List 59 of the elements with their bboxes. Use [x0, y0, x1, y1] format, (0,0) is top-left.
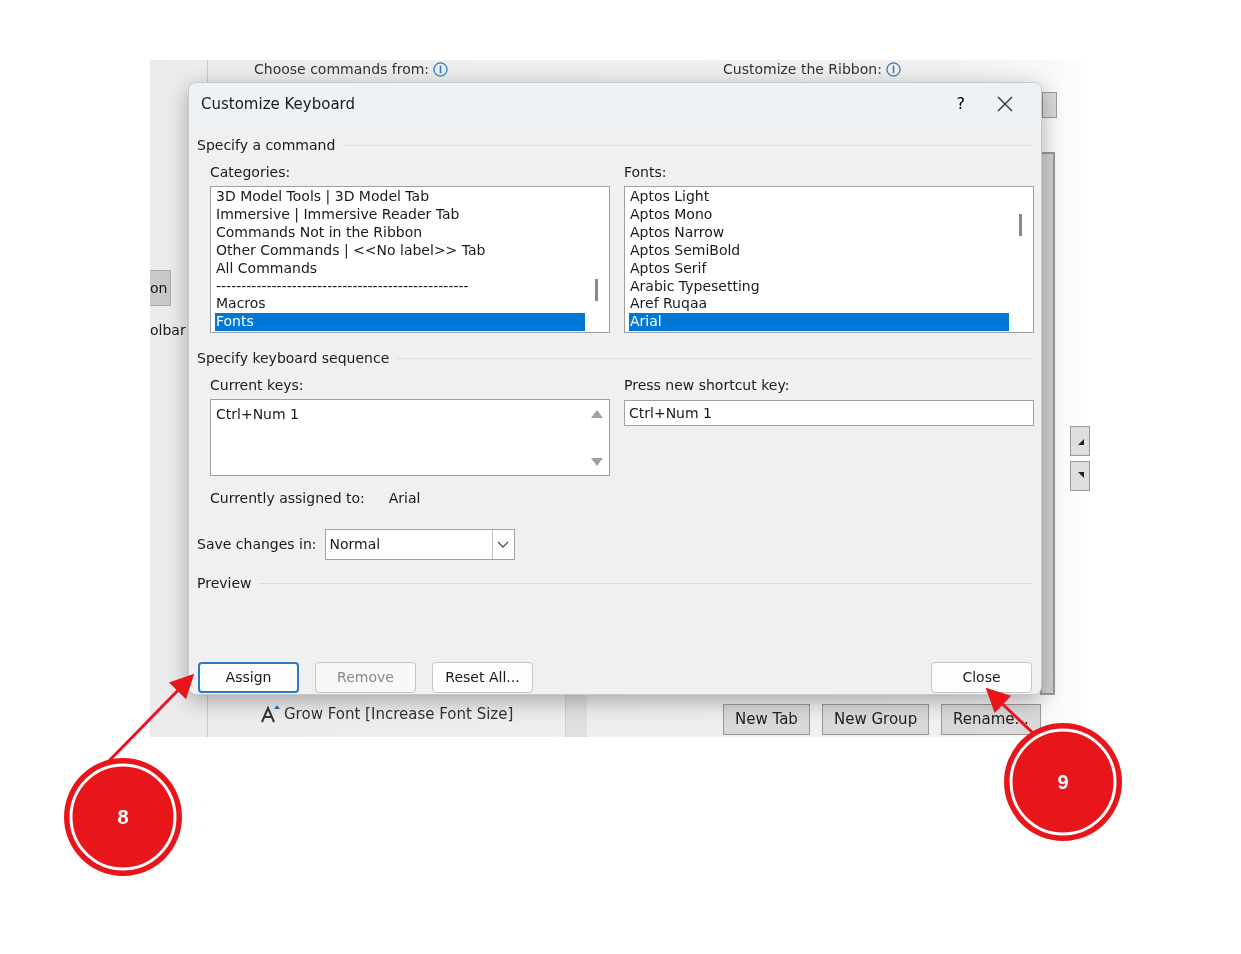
info-icon[interactable]	[433, 62, 449, 77]
list-item[interactable]: Aptos Mono	[629, 205, 1009, 224]
help-button[interactable]: ?	[940, 92, 981, 116]
side-tab[interactable]: on	[150, 270, 172, 306]
dialog-button[interactable]: Reset All...	[432, 662, 533, 693]
field-label: Choose commands from:	[254, 60, 430, 79]
step-marker: 9	[1004, 723, 1122, 841]
chevron-down-icon	[497, 540, 510, 549]
save-dropdown[interactable]: Normal	[324, 529, 515, 560]
step-marker: 8	[64, 758, 182, 876]
dropdown-button[interactable]	[1042, 92, 1057, 118]
list-item[interactable]: Arial	[629, 313, 1009, 332]
list-box[interactable]: 3D Model Tools | 3D Model Tab Immersive | Immersive Reader Tab Commands Not in the Ribbon Other Commands | <<No label>> Tab All Commands -------------------------------------------------- Macros Fonts	[210, 186, 610, 333]
list-item[interactable]: Arabic Typesetting	[629, 277, 1009, 296]
dialog-button[interactable]: Close	[931, 662, 1032, 693]
close-icon	[997, 96, 1013, 112]
command-item[interactable]: Grow Font [Increase Font Size]	[284, 703, 514, 726]
scroll-thumb[interactable]	[1019, 214, 1022, 236]
side-tab[interactable]: olbar	[150, 312, 190, 348]
shortcut-input[interactable]: Ctrl+Num 1	[624, 400, 1034, 426]
field-label: Press new shortcut key:	[624, 376, 791, 395]
assigned-value: Arial	[388, 489, 421, 508]
list-item[interactable]: Macros	[215, 295, 585, 314]
list-item[interactable]: Commands Not in the Ribbon	[215, 223, 585, 242]
section-heading: Specify a command	[197, 136, 336, 155]
list-item[interactable]: Aptos SemiBold	[629, 241, 1009, 260]
info-icon[interactable]	[885, 62, 901, 77]
grow-font-icon	[260, 704, 280, 725]
ribbon-button[interactable]: New Group	[822, 704, 930, 735]
dialog-button[interactable]: Assign	[198, 662, 299, 693]
list-item[interactable]: Aref Ruqaa	[629, 295, 1009, 314]
move-down-button[interactable]	[1070, 461, 1090, 491]
move-up-button[interactable]	[1070, 426, 1090, 456]
dialog-title: Customize Keyboard	[201, 93, 355, 115]
list-item[interactable]: Other Commands | <<No label>> Tab	[215, 241, 585, 260]
list-item[interactable]: Aptos Serif	[629, 259, 1009, 278]
ribbon-button[interactable]: New Tab	[723, 704, 810, 735]
list-item[interactable]: Aptos Light	[629, 188, 1009, 206]
list-item[interactable]: 3D Model Tools | 3D Model Tab	[215, 188, 585, 206]
list-box[interactable]: Aptos Light Aptos Mono Aptos Narrow Aptos SemiBold Aptos Serif Arabic Typesetting Aref Ruqaa Arial	[624, 186, 1034, 333]
list-item[interactable]: Ctrl+Num 1	[216, 404, 604, 425]
list-item[interactable]: All Commands	[215, 259, 585, 278]
field-label: Save changes in:	[197, 535, 317, 554]
section-heading: Specify keyboard sequence	[197, 349, 390, 368]
field-label: Current keys:	[210, 376, 305, 395]
field-label: Currently assigned to:	[210, 489, 365, 508]
list-label: Categories:	[210, 163, 292, 182]
list-item[interactable]: Fonts	[215, 313, 585, 332]
list-item[interactable]: --------------------------------------------------	[215, 277, 585, 296]
list-item[interactable]: Aptos Narrow	[629, 223, 1009, 242]
scroll-up-icon[interactable]	[591, 409, 603, 418]
list-box[interactable]: Ctrl+Num 1	[210, 399, 610, 476]
list-label: Fonts:	[624, 163, 668, 182]
scrollbar[interactable]	[565, 695, 587, 737]
section-heading: Preview	[197, 574, 252, 593]
field-label: Customize the Ribbon:	[723, 60, 882, 79]
list-item[interactable]: Immersive | Immersive Reader Tab	[215, 205, 585, 224]
scroll-down-icon[interactable]	[591, 458, 603, 467]
scroll-thumb[interactable]	[595, 279, 598, 301]
